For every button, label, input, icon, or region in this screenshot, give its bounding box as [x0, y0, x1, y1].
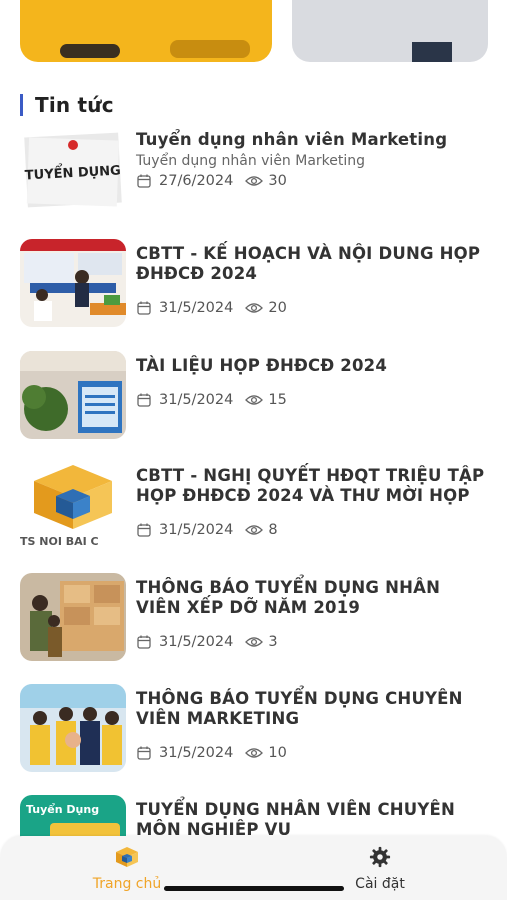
calendar-icon — [136, 522, 152, 538]
news-views: 3 — [268, 634, 278, 650]
news-title[interactable]: TÀI LIỆU HỌP ĐHĐCĐ 2024 — [136, 356, 488, 376]
news-item[interactable]: CBTT - KẾ HOẠCH VÀ NỘI DUNG HỌP ĐHĐCĐ 20… — [0, 239, 507, 339]
news-info: CBTT - NGHỊ QUYẾT HĐQT TRIỆU TẬP HỌP ĐHĐ… — [136, 466, 488, 506]
news-info: THÔNG BÁO TUYỂN DỤNG CHUYÊN VIÊN MARKETI… — [136, 689, 488, 729]
calendar-icon — [136, 173, 152, 189]
news-thumbnail[interactable] — [20, 351, 126, 439]
thumb-text: TS NOI BAI C — [20, 535, 99, 548]
news-views: 8 — [268, 522, 278, 538]
nav-settings-label: Cài đặt — [355, 876, 405, 892]
news-info: TÀI LIỆU HỌP ĐHĐCĐ 2024 — [136, 356, 488, 376]
calendar-icon — [136, 745, 152, 761]
news-views: 30 — [268, 173, 287, 189]
eye-icon — [245, 522, 264, 538]
eye-icon — [245, 634, 264, 650]
nav-home-label: Trang chủ — [92, 876, 162, 892]
news-date: 31/5/2024 — [159, 522, 234, 538]
news-views: 15 — [268, 392, 287, 408]
news-info: TUYỂN DỤNG NHÂN VIÊN CHUYÊN MÔN NGHIỆP V… — [136, 800, 488, 840]
news-info: THÔNG BÁO TUYỂN DỤNG NHÂN VIÊN XẾP DỠ NĂ… — [136, 578, 488, 618]
news-date: 31/5/2024 — [159, 392, 234, 408]
news-meta: 31/5/2024 8 — [136, 522, 278, 538]
news-item[interactable]: TÀI LIỆU HỌP ĐHĐCĐ 2024 31/5/2024 15 — [0, 351, 507, 451]
banner-slide-right[interactable] — [292, 0, 488, 62]
news-thumbnail[interactable]: TS NOI BAI C — [20, 461, 126, 549]
gear-icon — [369, 846, 391, 872]
home-cube-icon — [115, 846, 139, 872]
news-thumbnail[interactable] — [20, 573, 126, 661]
news-meta: 31/5/2024 20 — [136, 300, 287, 316]
news-item[interactable]: THÔNG BÁO TUYỂN DỤNG CHUYÊN VIÊN MARKETI… — [0, 684, 507, 784]
news-date: 27/6/2024 — [159, 173, 234, 189]
news-title[interactable]: CBTT - NGHỊ QUYẾT HĐQT TRIỆU TẬP HỌP ĐHĐ… — [136, 466, 488, 506]
banner-carousel[interactable] — [0, 0, 507, 66]
section-title: Tin tức — [35, 93, 114, 117]
news-subtitle: Tuyển dụng nhân viên Marketing — [136, 153, 366, 169]
eye-icon — [245, 173, 264, 189]
eye-icon — [245, 300, 264, 316]
news-meta: 27/6/2024 30 — [136, 173, 287, 189]
news-item[interactable]: THÔNG BÁO TUYỂN DỤNG NHÂN VIÊN XẾP DỠ NĂ… — [0, 573, 507, 673]
calendar-icon — [136, 392, 152, 408]
news-item[interactable]: TUYỂN DỤNG Tuyển dụng nhân viên Marketin… — [0, 125, 507, 225]
section-accent-bar — [20, 94, 23, 116]
home-indicator — [164, 886, 344, 891]
news-title[interactable]: TUYỂN DỤNG NHÂN VIÊN CHUYÊN MÔN NGHIỆP V… — [136, 800, 488, 840]
news-meta: 31/5/2024 3 — [136, 634, 278, 650]
news-date: 31/5/2024 — [159, 300, 234, 316]
news-title[interactable]: Tuyển dụng nhân viên Marketing — [136, 130, 488, 150]
news-views: 10 — [268, 745, 287, 761]
news-title[interactable]: THÔNG BÁO TUYỂN DỤNG CHUYÊN VIÊN MARKETI… — [136, 689, 488, 729]
eye-icon — [245, 392, 264, 408]
news-meta: 31/5/2024 10 — [136, 745, 287, 761]
news-info: Tuyển dụng nhân viên Marketing Tuyển dụn… — [136, 130, 488, 170]
banner-slide-left[interactable] — [20, 0, 272, 62]
news-thumbnail[interactable] — [20, 239, 126, 327]
news-views: 20 — [268, 300, 287, 316]
news-thumbnail[interactable] — [20, 684, 126, 772]
thumb-text: Tuyển Dụng — [26, 803, 99, 816]
news-title[interactable]: CBTT - KẾ HOẠCH VÀ NỘI DUNG HỌP ĐHĐCĐ 20… — [136, 244, 488, 284]
calendar-icon — [136, 634, 152, 650]
news-title[interactable]: THÔNG BÁO TUYỂN DỤNG NHÂN VIÊN XẾP DỠ NĂ… — [136, 578, 488, 618]
news-item[interactable]: TS NOI BAI C CBTT - NGHỊ QUYẾT HĐQT TRIỆ… — [0, 461, 507, 561]
calendar-icon — [136, 300, 152, 316]
news-info: CBTT - KẾ HOẠCH VÀ NỘI DUNG HỌP ĐHĐCĐ 20… — [136, 244, 488, 284]
news-meta: 31/5/2024 15 — [136, 392, 287, 408]
news-thumbnail[interactable]: TUYỂN DỤNG — [20, 125, 126, 213]
news-date: 31/5/2024 — [159, 634, 234, 650]
eye-icon — [245, 745, 264, 761]
section-header: Tin tức — [20, 92, 114, 118]
news-date: 31/5/2024 — [159, 745, 234, 761]
